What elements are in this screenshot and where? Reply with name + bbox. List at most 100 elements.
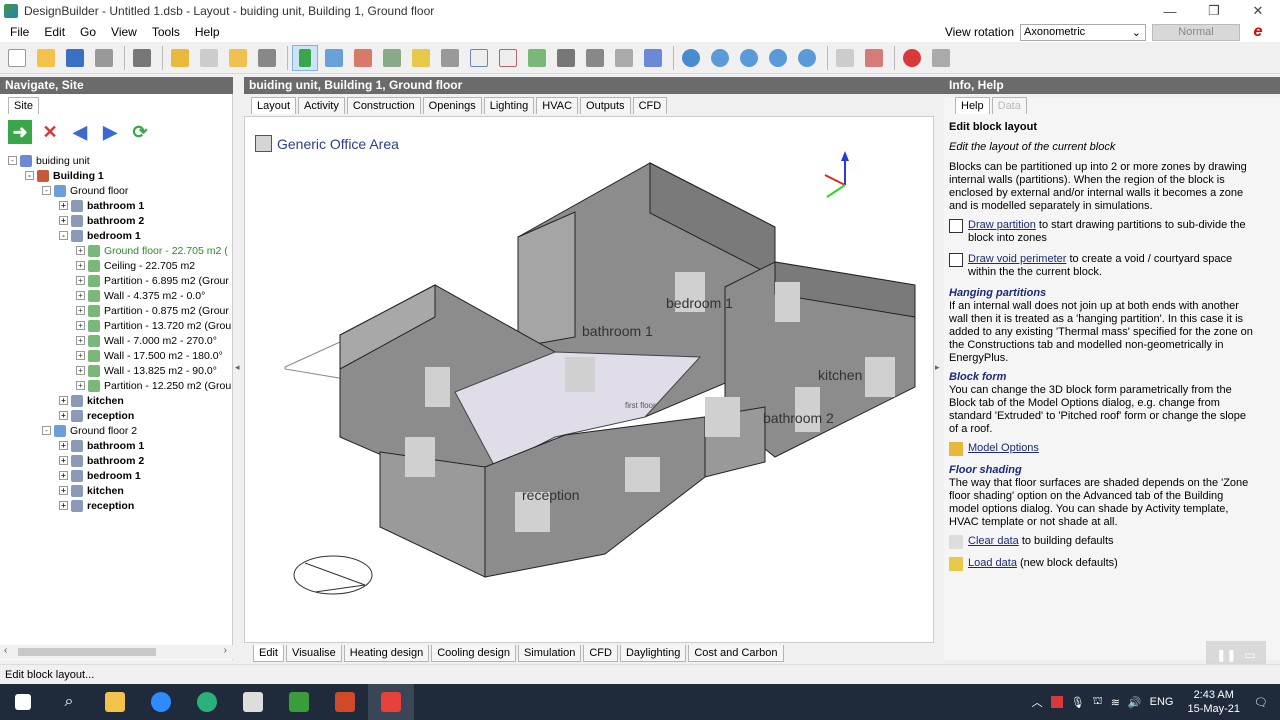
expand-node-icon[interactable]: + <box>59 471 68 480</box>
expand-node-icon[interactable]: + <box>59 216 68 225</box>
screen-tab-edit[interactable]: Edit <box>253 645 284 662</box>
model-options-icon[interactable] <box>167 45 193 71</box>
tree-node[interactable]: + Wall - 17.500 m2 - 180.0° <box>8 348 232 363</box>
paste-icon[interactable] <box>225 45 251 71</box>
tab-lighting[interactable]: Lighting <box>483 97 535 114</box>
load-data-link[interactable]: Load data <box>968 557 1017 569</box>
hatch-icon[interactable] <box>553 45 579 71</box>
eraser-icon[interactable] <box>196 45 222 71</box>
tab-construction[interactable]: Construction <box>346 97 421 114</box>
screen-tab-cost-and-carbon[interactable]: Cost and Carbon <box>688 645 784 662</box>
menu-tools[interactable]: Tools <box>152 25 180 39</box>
tree-node[interactable]: - Ground floor 2 <box>8 423 232 438</box>
line-icon[interactable] <box>611 45 637 71</box>
tree-node[interactable]: + kitchen <box>8 483 232 498</box>
tree-node[interactable]: + bathroom 2 <box>8 453 232 468</box>
screen-tab-cooling-design[interactable]: Cooling design <box>431 645 516 662</box>
collapse-node-icon[interactable]: - <box>25 171 34 180</box>
zoom-app-icon[interactable] <box>138 684 184 720</box>
screen-tab-heating-design[interactable]: Heating design <box>343 645 430 662</box>
tree-node[interactable]: - buiding unit <box>8 153 232 168</box>
tree-node[interactable]: + Ground floor - 22.705 m2 ( <box>8 243 232 258</box>
expand-node-icon[interactable]: + <box>76 306 85 315</box>
tab-cfd[interactable]: CFD <box>632 97 668 114</box>
tree-node[interactable]: + Partition - 13.720 m2 (Grou <box>8 318 232 333</box>
delete-icon[interactable]: ✕ <box>38 120 62 144</box>
pause-icon[interactable]: ❚❚ <box>1216 648 1236 662</box>
expand-node-icon[interactable]: + <box>76 351 85 360</box>
scrollbar-thumb[interactable] <box>18 648 156 656</box>
notification-icon[interactable]: 🗨 <box>1254 696 1268 709</box>
tree-node[interactable]: + Wall - 4.375 m2 - 0.0° <box>8 288 232 303</box>
view-mode-button[interactable]: Normal <box>1152 23 1240 41</box>
notepad-icon[interactable] <box>230 684 276 720</box>
rotate-icon[interactable] <box>582 45 608 71</box>
screen-tab-simulation[interactable]: Simulation <box>517 645 582 662</box>
screen-tab-visualise[interactable]: Visualise <box>285 645 342 662</box>
new-file-icon[interactable] <box>4 45 30 71</box>
tree-node[interactable]: - Building 1 <box>8 168 232 183</box>
clock[interactable]: 2:43 AM 15-May-21 <box>1187 688 1240 716</box>
orbit-icon[interactable] <box>678 45 704 71</box>
volume-icon[interactable]: 🔊 <box>1128 696 1142 709</box>
draw-partition-icon[interactable] <box>466 45 492 71</box>
tree-node[interactable]: + bathroom 2 <box>8 213 232 228</box>
tab-openings[interactable]: Openings <box>422 97 482 114</box>
zoom-in-icon[interactable] <box>707 45 733 71</box>
measure-icon[interactable] <box>408 45 434 71</box>
language-indicator[interactable]: ENG <box>1150 696 1174 708</box>
forward-arrow-icon[interactable]: ▶ <box>98 120 122 144</box>
tab-outputs[interactable]: Outputs <box>580 97 631 114</box>
expand-node-icon[interactable]: + <box>76 246 85 255</box>
tree-node[interactable]: - bedroom 1 <box>8 228 232 243</box>
tab-layout[interactable]: Layout <box>251 97 297 114</box>
edit-icon[interactable] <box>129 45 155 71</box>
go-arrow-icon[interactable]: ➜ <box>8 120 32 144</box>
tree-node[interactable]: + Partition - 6.895 m2 (Grour <box>8 273 232 288</box>
menu-help[interactable]: Help <box>195 25 220 39</box>
model-options-link[interactable]: Model Options <box>968 442 1039 455</box>
recorder-app-icon[interactable] <box>368 684 414 720</box>
expand-node-icon[interactable]: + <box>76 291 85 300</box>
windows-start-icon[interactable] <box>0 684 46 720</box>
microphone-icon[interactable]: 🎙 <box>1071 696 1085 709</box>
close-button[interactable]: ✕ <box>1236 0 1280 22</box>
tree-node[interactable]: + kitchen <box>8 393 232 408</box>
expand-node-icon[interactable]: + <box>76 261 85 270</box>
layers-icon[interactable] <box>832 45 858 71</box>
picture-icon[interactable]: ▭ <box>1244 648 1255 662</box>
print-icon[interactable] <box>91 45 117 71</box>
open-folder-icon[interactable] <box>33 45 59 71</box>
zoom-extents-icon[interactable] <box>794 45 820 71</box>
refresh-icon[interactable]: ⟳ <box>128 120 152 144</box>
menu-view[interactable]: View <box>111 25 137 39</box>
tree-node[interactable]: + Wall - 13.825 m2 - 90.0° <box>8 363 232 378</box>
menu-edit[interactable]: Edit <box>44 25 65 39</box>
stretch-icon[interactable] <box>524 45 550 71</box>
zoom-out-icon[interactable] <box>765 45 791 71</box>
expand-node-icon[interactable]: + <box>76 381 85 390</box>
maximize-button[interactable]: ❐ <box>1192 0 1236 22</box>
file-explorer-icon[interactable] <box>92 684 138 720</box>
menu-go[interactable]: Go <box>80 25 96 39</box>
clear-data-link[interactable]: Clear data <box>968 535 1019 547</box>
collapse-node-icon[interactable]: - <box>42 426 51 435</box>
expand-node-icon[interactable]: + <box>76 321 85 330</box>
scroll-right-icon[interactable]: › <box>224 645 227 656</box>
chevron-up-icon[interactable]: ︿ <box>1032 694 1043 710</box>
grid-icon[interactable] <box>861 45 887 71</box>
search-icon[interactable]: ⌕ <box>46 684 92 720</box>
tree-node[interactable]: + Ceiling - 22.705 m2 <box>8 258 232 273</box>
transform-icon[interactable] <box>437 45 463 71</box>
screen-tab-cfd[interactable]: CFD <box>583 645 618 662</box>
tree-node[interactable]: + Wall - 7.000 m2 - 270.0° <box>8 333 232 348</box>
tree-node[interactable]: + bathroom 1 <box>8 438 232 453</box>
report-icon[interactable] <box>928 45 954 71</box>
scroll-left-icon[interactable]: ‹ <box>4 645 7 656</box>
expand-node-icon[interactable]: + <box>59 411 68 420</box>
tree-node[interactable]: + bedroom 1 <box>8 468 232 483</box>
expand-node-icon[interactable]: + <box>59 456 68 465</box>
tab-hvac[interactable]: HVAC <box>536 97 579 114</box>
3d-viewport[interactable]: Generic Office Area bathroom 1 bedroom 1… <box>244 116 934 643</box>
tree-node[interactable]: - Ground floor <box>8 183 232 198</box>
